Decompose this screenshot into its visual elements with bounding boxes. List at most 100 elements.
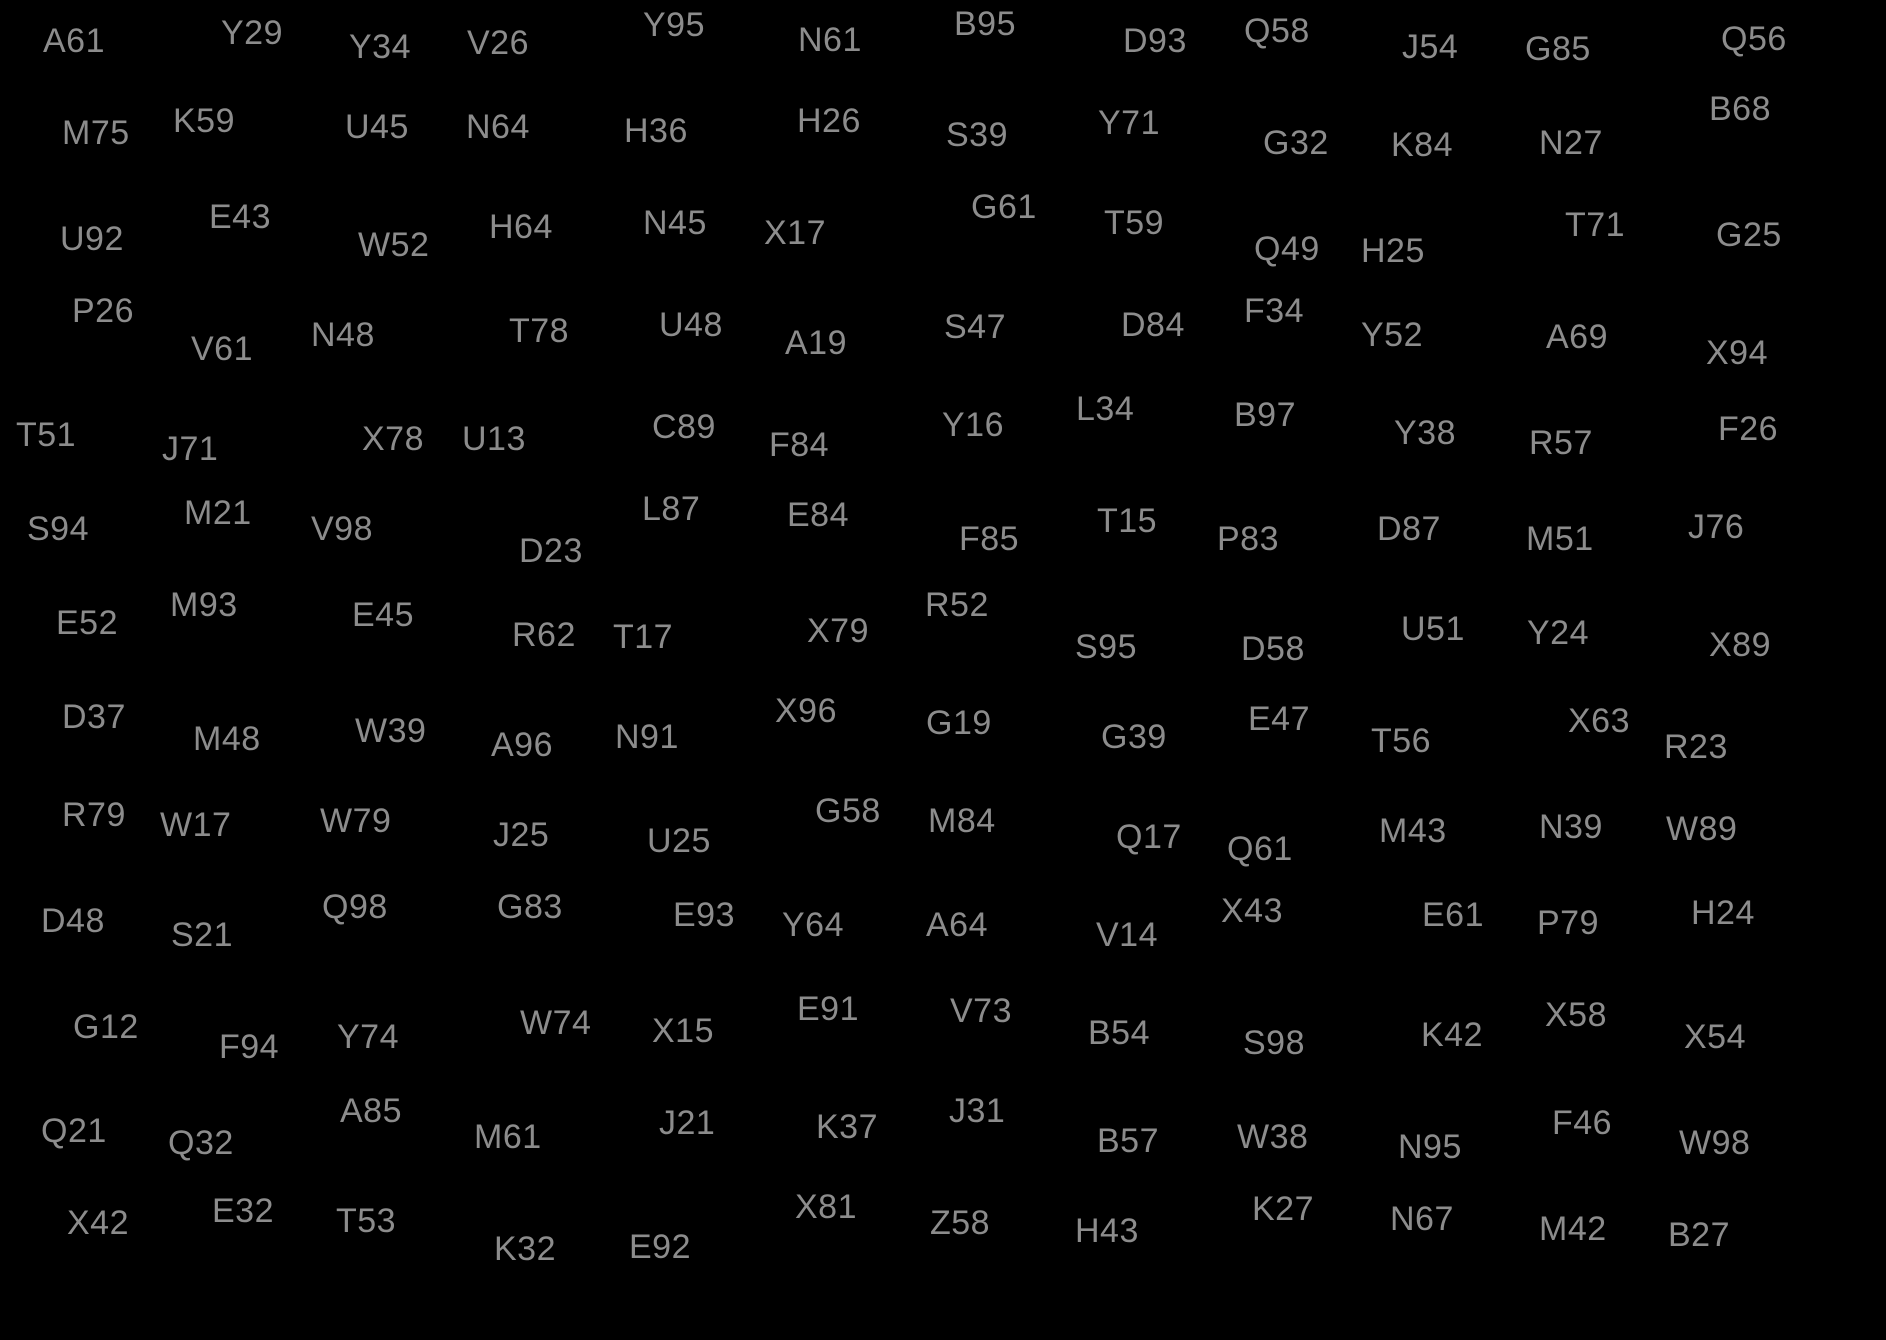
grid-label-y38: Y38 bbox=[1394, 414, 1456, 452]
grid-label-u25: U25 bbox=[647, 822, 711, 860]
grid-label-x81: X81 bbox=[795, 1188, 857, 1226]
grid-label-q32: Q32 bbox=[168, 1124, 234, 1162]
grid-label-w17: W17 bbox=[160, 806, 232, 844]
grid-label-q61: Q61 bbox=[1227, 830, 1293, 868]
grid-label-n61: N61 bbox=[798, 21, 862, 59]
grid-label-n95: N95 bbox=[1398, 1128, 1462, 1166]
grid-label-w39: W39 bbox=[355, 712, 427, 750]
grid-label-t15: T15 bbox=[1097, 502, 1158, 540]
grid-label-m75: M75 bbox=[62, 114, 130, 152]
grid-label-f84: F84 bbox=[769, 426, 830, 464]
grid-label-r79: R79 bbox=[62, 796, 126, 834]
grid-label-k84: K84 bbox=[1391, 126, 1453, 164]
grid-label-y95: Y95 bbox=[643, 6, 705, 44]
grid-label-a85: A85 bbox=[340, 1092, 402, 1130]
grid-label-h26: H26 bbox=[797, 102, 861, 140]
grid-label-t51: T51 bbox=[16, 416, 77, 454]
grid-label-g61: G61 bbox=[971, 188, 1037, 226]
grid-label-e43: E43 bbox=[209, 198, 271, 236]
grid-label-t59: T59 bbox=[1104, 204, 1165, 242]
grid-label-p83: P83 bbox=[1217, 520, 1279, 558]
grid-label-e47: E47 bbox=[1248, 700, 1310, 738]
grid-label-b95: B95 bbox=[954, 5, 1016, 43]
grid-label-m84: M84 bbox=[928, 802, 996, 840]
grid-label-w98: W98 bbox=[1679, 1124, 1751, 1162]
grid-label-m51: M51 bbox=[1526, 520, 1594, 558]
grid-label-e84: E84 bbox=[787, 496, 849, 534]
grid-label-j21: J21 bbox=[659, 1104, 716, 1142]
grid-label-y71: Y71 bbox=[1098, 104, 1160, 142]
grid-label-q98: Q98 bbox=[322, 888, 388, 926]
grid-label-l87: L87 bbox=[642, 490, 701, 528]
grid-label-b54: B54 bbox=[1088, 1014, 1150, 1052]
grid-label-y64: Y64 bbox=[782, 906, 844, 944]
grid-label-r62: R62 bbox=[512, 616, 576, 654]
grid-label-x89: X89 bbox=[1709, 626, 1771, 664]
grid-label-e92: E92 bbox=[629, 1228, 691, 1266]
grid-label-f26: F26 bbox=[1718, 410, 1779, 448]
grid-label-x42: X42 bbox=[67, 1204, 129, 1242]
grid-label-a19: A19 bbox=[785, 324, 847, 362]
grid-label-q17: Q17 bbox=[1116, 818, 1182, 856]
grid-label-d93: D93 bbox=[1123, 22, 1187, 60]
grid-label-k59: K59 bbox=[173, 102, 235, 140]
grid-label-d48: D48 bbox=[41, 902, 105, 940]
grid-label-n45: N45 bbox=[643, 204, 707, 242]
grid-label-a69: A69 bbox=[1546, 318, 1608, 356]
grid-label-b57: B57 bbox=[1097, 1122, 1159, 1160]
grid-label-v26: V26 bbox=[467, 24, 529, 62]
grid-label-p79: P79 bbox=[1537, 904, 1599, 942]
grid-label-t71: T71 bbox=[1565, 206, 1626, 244]
grid-label-r23: R23 bbox=[1664, 728, 1728, 766]
grid-label-m43: M43 bbox=[1379, 812, 1447, 850]
grid-label-y29: Y29 bbox=[221, 14, 283, 52]
grid-label-n67: N67 bbox=[1390, 1200, 1454, 1238]
grid-label-j31: J31 bbox=[949, 1092, 1006, 1130]
grid-label-k37: K37 bbox=[816, 1108, 878, 1146]
grid-label-x94: X94 bbox=[1706, 334, 1768, 372]
grid-label-x79: X79 bbox=[807, 612, 869, 650]
grid-label-p26: P26 bbox=[72, 292, 134, 330]
grid-label-s21: S21 bbox=[171, 916, 233, 954]
grid-label-u51: U51 bbox=[1401, 610, 1465, 648]
grid-label-w52: W52 bbox=[358, 226, 430, 264]
grid-label-h24: H24 bbox=[1691, 894, 1755, 932]
grid-label-q21: Q21 bbox=[41, 1112, 107, 1150]
grid-label-a96: A96 bbox=[491, 726, 553, 764]
grid-label-t78: T78 bbox=[509, 312, 570, 350]
grid-label-g25: G25 bbox=[1716, 216, 1782, 254]
grid-label-w79: W79 bbox=[320, 802, 392, 840]
grid-label-x54: X54 bbox=[1684, 1018, 1746, 1056]
grid-label-x15: X15 bbox=[652, 1012, 714, 1050]
grid-label-e93: E93 bbox=[673, 896, 735, 934]
grid-label-k42: K42 bbox=[1421, 1016, 1483, 1054]
grid-label-t56: T56 bbox=[1371, 722, 1432, 760]
grid-label-e91: E91 bbox=[797, 990, 859, 1028]
grid-label-w74: W74 bbox=[520, 1004, 592, 1042]
grid-label-n27: N27 bbox=[1539, 124, 1603, 162]
grid-label-c89: C89 bbox=[652, 408, 716, 446]
grid-label-g19: G19 bbox=[926, 704, 992, 742]
grid-label-f85: F85 bbox=[959, 520, 1020, 558]
grid-label-r52: R52 bbox=[925, 586, 989, 624]
grid-label-x58: X58 bbox=[1545, 996, 1607, 1034]
grid-label-e61: E61 bbox=[1422, 896, 1484, 934]
grid-label-s98: S98 bbox=[1243, 1024, 1305, 1062]
label-field: A61 Y29 Y34 V26 Y95 N61 B95 D93 Q58 J54 G85 Q56 M75 K… bbox=[0, 0, 1886, 1340]
grid-label-q49: Q49 bbox=[1254, 230, 1320, 268]
grid-label-z58: Z58 bbox=[930, 1204, 991, 1242]
grid-label-m21: M21 bbox=[184, 494, 252, 532]
grid-label-g85: G85 bbox=[1525, 30, 1591, 68]
grid-label-j54: J54 bbox=[1402, 28, 1459, 66]
grid-label-y34: Y34 bbox=[349, 28, 411, 66]
grid-label-h64: H64 bbox=[489, 208, 553, 246]
grid-label-b27: B27 bbox=[1668, 1216, 1730, 1254]
grid-label-e52: E52 bbox=[56, 604, 118, 642]
grid-label-d58: D58 bbox=[1241, 630, 1305, 668]
grid-label-h43: H43 bbox=[1075, 1212, 1139, 1250]
grid-label-v61: V61 bbox=[191, 330, 253, 368]
grid-label-w89: W89 bbox=[1666, 810, 1738, 848]
grid-label-m93: M93 bbox=[170, 586, 238, 624]
grid-label-g83: G83 bbox=[497, 888, 563, 926]
grid-label-t53: T53 bbox=[336, 1202, 397, 1240]
